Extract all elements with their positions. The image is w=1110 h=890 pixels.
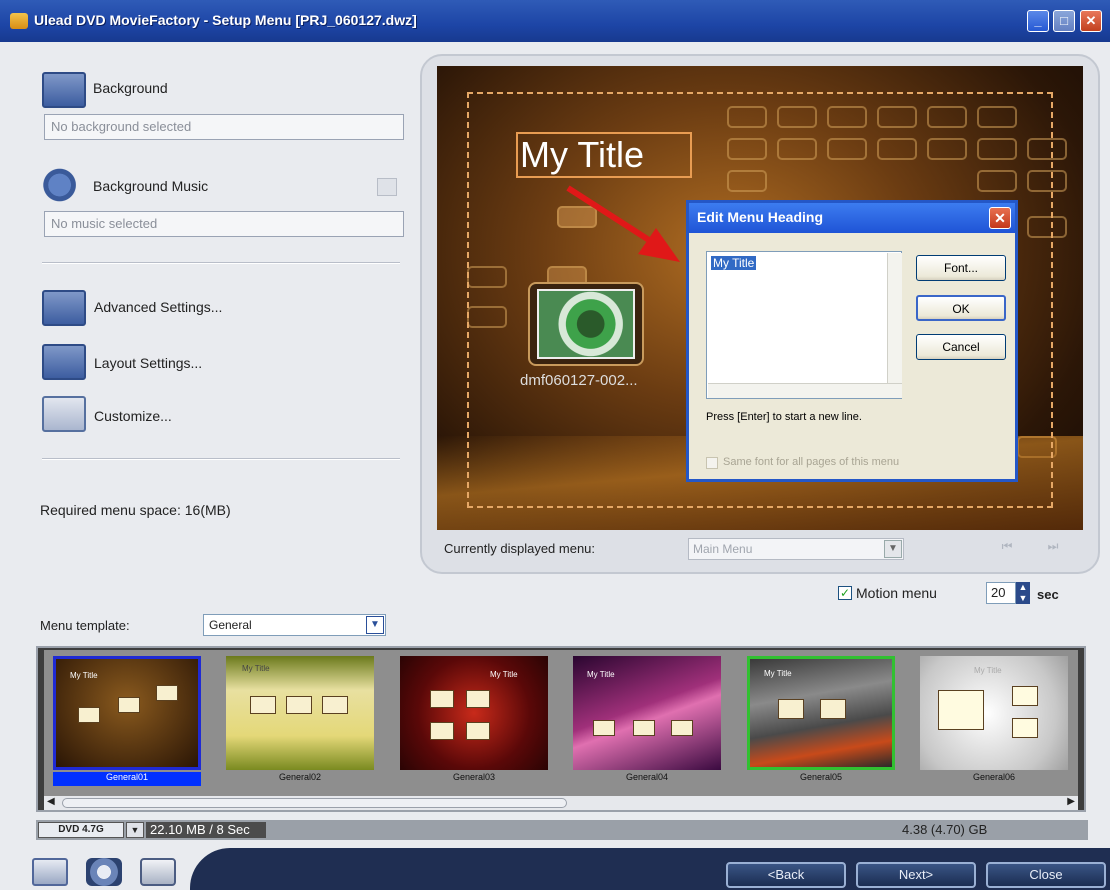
music-field: No music selected: [44, 211, 404, 237]
preferences-icon[interactable]: [86, 858, 122, 886]
customize-link[interactable]: Customize...: [94, 408, 172, 424]
font-button[interactable]: Font...: [916, 255, 1006, 281]
template-title: My Title: [490, 670, 518, 679]
motion-menu-checkbox[interactable]: ✓: [838, 586, 852, 600]
scroll-right-icon[interactable]: ▶: [1067, 796, 1075, 807]
back-button[interactable]: <Back: [726, 862, 846, 888]
next-button[interactable]: Next>: [856, 862, 976, 888]
menu-title-text[interactable]: My Title: [516, 132, 692, 178]
template-caption: General01: [53, 772, 201, 786]
same-font-label: Same font for all pages of this menu: [723, 456, 900, 468]
disc-capacity-label: 4.38 (4.70) GB: [902, 822, 988, 837]
maximize-button[interactable]: □: [1053, 10, 1075, 32]
chevron-down-icon[interactable]: ▼: [884, 540, 902, 558]
displayed-menu-label: Currently displayed menu:: [444, 541, 596, 556]
required-menu-space: Required menu space: 16(MB): [40, 502, 231, 518]
scroll-left-icon[interactable]: ◀: [47, 796, 55, 807]
background-music-label[interactable]: Background Music: [93, 178, 208, 194]
app-icon: [10, 13, 28, 29]
template-item[interactable]: My Title General06: [920, 656, 1068, 784]
seconds-unit: sec: [1037, 587, 1059, 602]
next-menu-icon[interactable]: ⏭: [1042, 539, 1064, 557]
layout-settings-icon[interactable]: [42, 344, 86, 380]
template-title: My Title: [974, 666, 1002, 675]
menu-template-value: General: [209, 618, 252, 632]
edit-menu-heading-dialog: Edit Menu Heading ✕ My Title Font... OK …: [686, 200, 1018, 482]
background-icon[interactable]: [42, 72, 86, 108]
template-item[interactable]: My Title General01: [53, 656, 201, 786]
seconds-spinner[interactable]: ▲ ▼: [1016, 582, 1030, 604]
menu-template-select[interactable]: General ▼: [203, 614, 386, 636]
template-caption: General04: [625, 772, 669, 782]
enter-hint: Press [Enter] to start a new line.: [706, 411, 862, 423]
scrollbar-thumb[interactable]: [62, 798, 567, 808]
template-item[interactable]: My Title General04: [573, 656, 721, 784]
template-item[interactable]: My Title General03: [400, 656, 548, 784]
template-title: My Title: [242, 664, 270, 673]
template-caption: General05: [799, 772, 843, 782]
heading-text-selection: My Title: [711, 256, 757, 270]
heading-textarea[interactable]: My Title: [706, 251, 902, 399]
red-arrow-annotation: [566, 185, 680, 262]
menu-template-label: Menu template:: [40, 618, 130, 633]
template-title: My Title: [764, 669, 792, 678]
dialog-close-button[interactable]: ✕: [989, 207, 1011, 229]
music-note-icon[interactable]: [42, 167, 86, 203]
window-titlebar: Ulead DVD MovieFactory - Setup Menu [PRJ…: [0, 0, 1110, 42]
music-options-icon[interactable]: [377, 178, 397, 196]
customize-icon[interactable]: [42, 396, 86, 432]
displayed-menu-value: Main Menu: [693, 542, 753, 556]
window-title: Ulead DVD MovieFactory - Setup Menu [PRJ…: [34, 12, 417, 28]
template-item[interactable]: My Title General05: [747, 656, 895, 784]
template-title: My Title: [70, 671, 98, 680]
divider: [42, 262, 400, 264]
chapter-thumbnail[interactable]: [537, 289, 635, 359]
background-label[interactable]: Background: [93, 80, 168, 96]
chevron-down-icon[interactable]: ▼: [126, 822, 144, 838]
divider: [42, 458, 400, 460]
close-window-button[interactable]: ✕: [1080, 10, 1102, 32]
minimize-button[interactable]: _: [1027, 10, 1049, 32]
ok-button[interactable]: OK: [916, 295, 1006, 321]
template-caption: General06: [972, 772, 1016, 782]
template-scrollbar[interactable]: ◀ ▶: [44, 796, 1078, 810]
same-font-checkbox[interactable]: [706, 457, 718, 469]
project-settings-icon[interactable]: [32, 858, 68, 886]
printer-icon[interactable]: [140, 858, 176, 886]
horizontal-scrollbar[interactable]: [708, 383, 902, 398]
background-field: No background selected: [44, 114, 404, 140]
vertical-scrollbar[interactable]: [887, 253, 902, 383]
template-caption: General03: [452, 772, 496, 782]
seconds-input[interactable]: 20: [986, 582, 1016, 604]
template-title: My Title: [587, 670, 615, 679]
template-item[interactable]: My Title General02: [226, 656, 374, 784]
cancel-button[interactable]: Cancel: [916, 334, 1006, 360]
advanced-settings-icon[interactable]: [42, 290, 86, 326]
disc-type-select[interactable]: DVD 4.7G: [38, 822, 124, 838]
layout-settings-link[interactable]: Layout Settings...: [94, 355, 202, 371]
displayed-menu-select[interactable]: Main Menu ▼: [688, 538, 904, 560]
previous-menu-icon[interactable]: ⏮: [996, 539, 1018, 557]
chevron-down-icon[interactable]: ▼: [366, 616, 384, 634]
advanced-settings-link[interactable]: Advanced Settings...: [94, 299, 222, 315]
dialog-title: Edit Menu Heading: [689, 203, 1015, 233]
motion-menu-label[interactable]: Motion menu: [856, 585, 937, 601]
chapter-caption[interactable]: dmf060127-002...: [520, 372, 638, 389]
close-button[interactable]: Close: [986, 862, 1106, 888]
used-space-label: 22.10 MB / 8 Sec: [150, 822, 250, 837]
template-caption: General02: [278, 772, 322, 782]
